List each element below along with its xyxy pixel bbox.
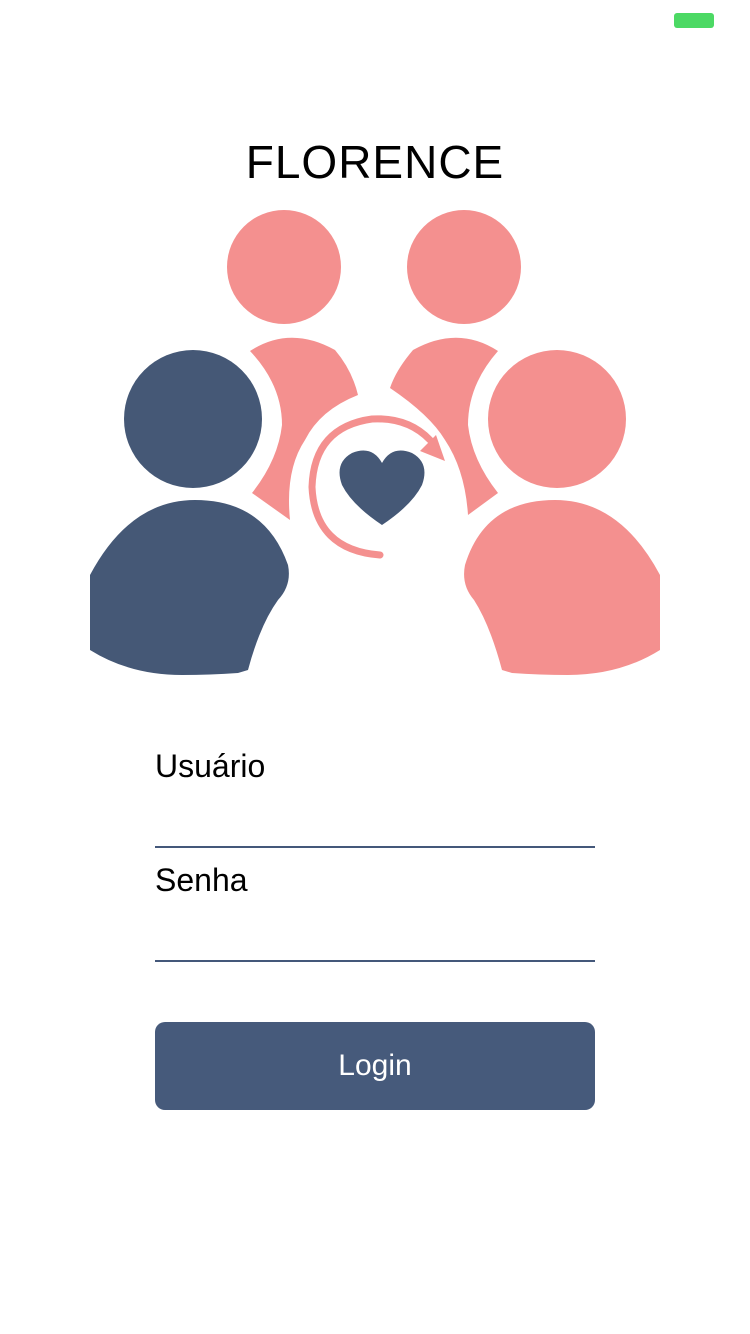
front-left-person-head <box>124 350 262 488</box>
front-left-person-body <box>90 500 289 675</box>
heart-icon <box>339 450 425 525</box>
password-input[interactable] <box>155 908 595 962</box>
back-right-person-head <box>407 210 521 324</box>
username-label: Usuário <box>155 748 266 784</box>
arrow-head <box>420 435 445 461</box>
front-right-person-head <box>488 350 626 488</box>
front-right-person-body <box>464 500 660 675</box>
username-input[interactable] <box>155 794 595 848</box>
battery-icon <box>674 13 714 28</box>
family-care-logo-icon <box>90 210 660 675</box>
login-button[interactable]: Login <box>155 1022 595 1110</box>
back-left-person-head <box>227 210 341 324</box>
app-title: FLORENCE <box>245 136 505 188</box>
password-label: Senha <box>155 862 248 898</box>
